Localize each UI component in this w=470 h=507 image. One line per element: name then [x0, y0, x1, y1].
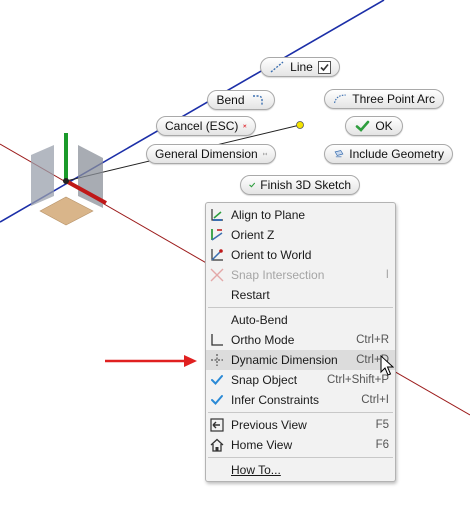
- menu-item-align-to-plane[interactable]: Align to Plane: [206, 205, 395, 225]
- arc-icon: [334, 94, 346, 104]
- check-icon: [356, 120, 370, 132]
- menu-item-shortcut: Ctrl+R: [356, 334, 389, 346]
- cancel-label: Cancel (ESC): [165, 119, 239, 133]
- menu-item-home-view[interactable]: Home View F6: [206, 435, 395, 455]
- check-icon: [206, 370, 228, 390]
- include-geometry-icon: [334, 150, 344, 158]
- context-menu: Align to Plane Orient Z Orient to World …: [205, 202, 396, 482]
- menu-item-shortcut: F5: [375, 419, 389, 431]
- menu-item-label: Snap Object: [231, 373, 298, 387]
- menu-item-restart[interactable]: Restart: [206, 285, 395, 305]
- snap-intersection-icon: [206, 265, 228, 285]
- menu-item-label: Orient Z: [231, 228, 275, 242]
- line-button[interactable]: Line: [260, 57, 340, 77]
- general-dimension-label: General Dimension: [155, 147, 258, 161]
- menu-item-label: Previous View: [231, 418, 307, 432]
- menu-item-label: Dynamic Dimension: [231, 353, 338, 367]
- home-view-icon: [206, 435, 228, 455]
- menu-item-shortcut: F6: [375, 439, 389, 451]
- align-plane-icon: [206, 205, 228, 225]
- finish-3d-sketch-label: Finish 3D Sketch: [260, 178, 351, 192]
- menu-item-infer-constraints[interactable]: Infer Constraints Ctrl+I: [206, 390, 395, 410]
- include-geometry-button[interactable]: Include Geometry: [324, 144, 453, 164]
- menu-item-label: Home View: [231, 438, 293, 452]
- include-geometry-label: Include Geometry: [349, 147, 444, 161]
- menu-item-shortcut: Ctrl+I: [361, 394, 389, 406]
- menu-item-label: How To...: [231, 463, 281, 477]
- dimension-icon: [263, 152, 267, 156]
- bend-icon: [252, 95, 263, 105]
- three-point-arc-button[interactable]: Three Point Arc: [324, 89, 444, 109]
- close-icon: [243, 124, 247, 128]
- bend-button[interactable]: Bend: [207, 90, 275, 110]
- check-icon: [249, 182, 256, 188]
- menu-item-label: Ortho Mode: [231, 333, 295, 347]
- menu-item-auto-bend[interactable]: Auto-Bend: [206, 310, 395, 330]
- menu-item-dynamic-dimension[interactable]: Dynamic Dimension Ctrl+D: [206, 350, 395, 370]
- menu-item-label: Align to Plane: [231, 208, 306, 222]
- orient-world-icon: [206, 245, 228, 265]
- menu-item-snap-intersection: Snap Intersection I: [206, 265, 395, 285]
- ortho-mode-icon: [206, 330, 228, 350]
- menu-item-shortcut: I: [385, 269, 389, 281]
- menu-separator: [208, 457, 393, 458]
- finish-3d-sketch-button[interactable]: Finish 3D Sketch: [240, 175, 360, 195]
- sketch-endpoint: [296, 121, 304, 129]
- general-dimension-button[interactable]: General Dimension: [146, 144, 276, 164]
- menu-separator: [208, 412, 393, 413]
- three-point-arc-label: Three Point Arc: [352, 92, 435, 106]
- line-label: Line: [290, 60, 313, 74]
- menu-item-orient-to-world[interactable]: Orient to World: [206, 245, 395, 265]
- menu-item-label: Snap Intersection: [231, 268, 325, 282]
- menu-item-snap-object[interactable]: Snap Object Ctrl+Shift+P: [206, 370, 395, 390]
- annotation-arrow: [105, 355, 197, 367]
- orient-z-icon: [206, 225, 228, 245]
- previous-view-icon: [206, 415, 228, 435]
- menu-item-label: Auto-Bend: [231, 313, 288, 327]
- menu-item-previous-view[interactable]: Previous View F5: [206, 415, 395, 435]
- menu-item-label: Infer Constraints: [231, 393, 320, 407]
- triad-gizmo[interactable]: [31, 133, 107, 226]
- check-icon: [206, 390, 228, 410]
- menu-item-orient-z[interactable]: Orient Z: [206, 225, 395, 245]
- menu-item-label: Orient to World: [231, 248, 312, 262]
- ok-label: OK: [375, 119, 393, 133]
- menu-separator: [208, 307, 393, 308]
- bend-label: Bend: [216, 93, 245, 107]
- cancel-button[interactable]: Cancel (ESC): [156, 116, 256, 136]
- line-icon: [270, 61, 284, 73]
- mouse-cursor-icon: [380, 355, 394, 376]
- menu-item-ortho-mode[interactable]: Ortho Mode Ctrl+R: [206, 330, 395, 350]
- menu-item-how-to[interactable]: How To...: [206, 460, 395, 480]
- menu-item-label: Restart: [231, 288, 270, 302]
- checkbox-checked-icon[interactable]: [317, 60, 331, 74]
- ok-button[interactable]: OK: [345, 116, 403, 136]
- dynamic-dimension-icon: [206, 350, 228, 370]
